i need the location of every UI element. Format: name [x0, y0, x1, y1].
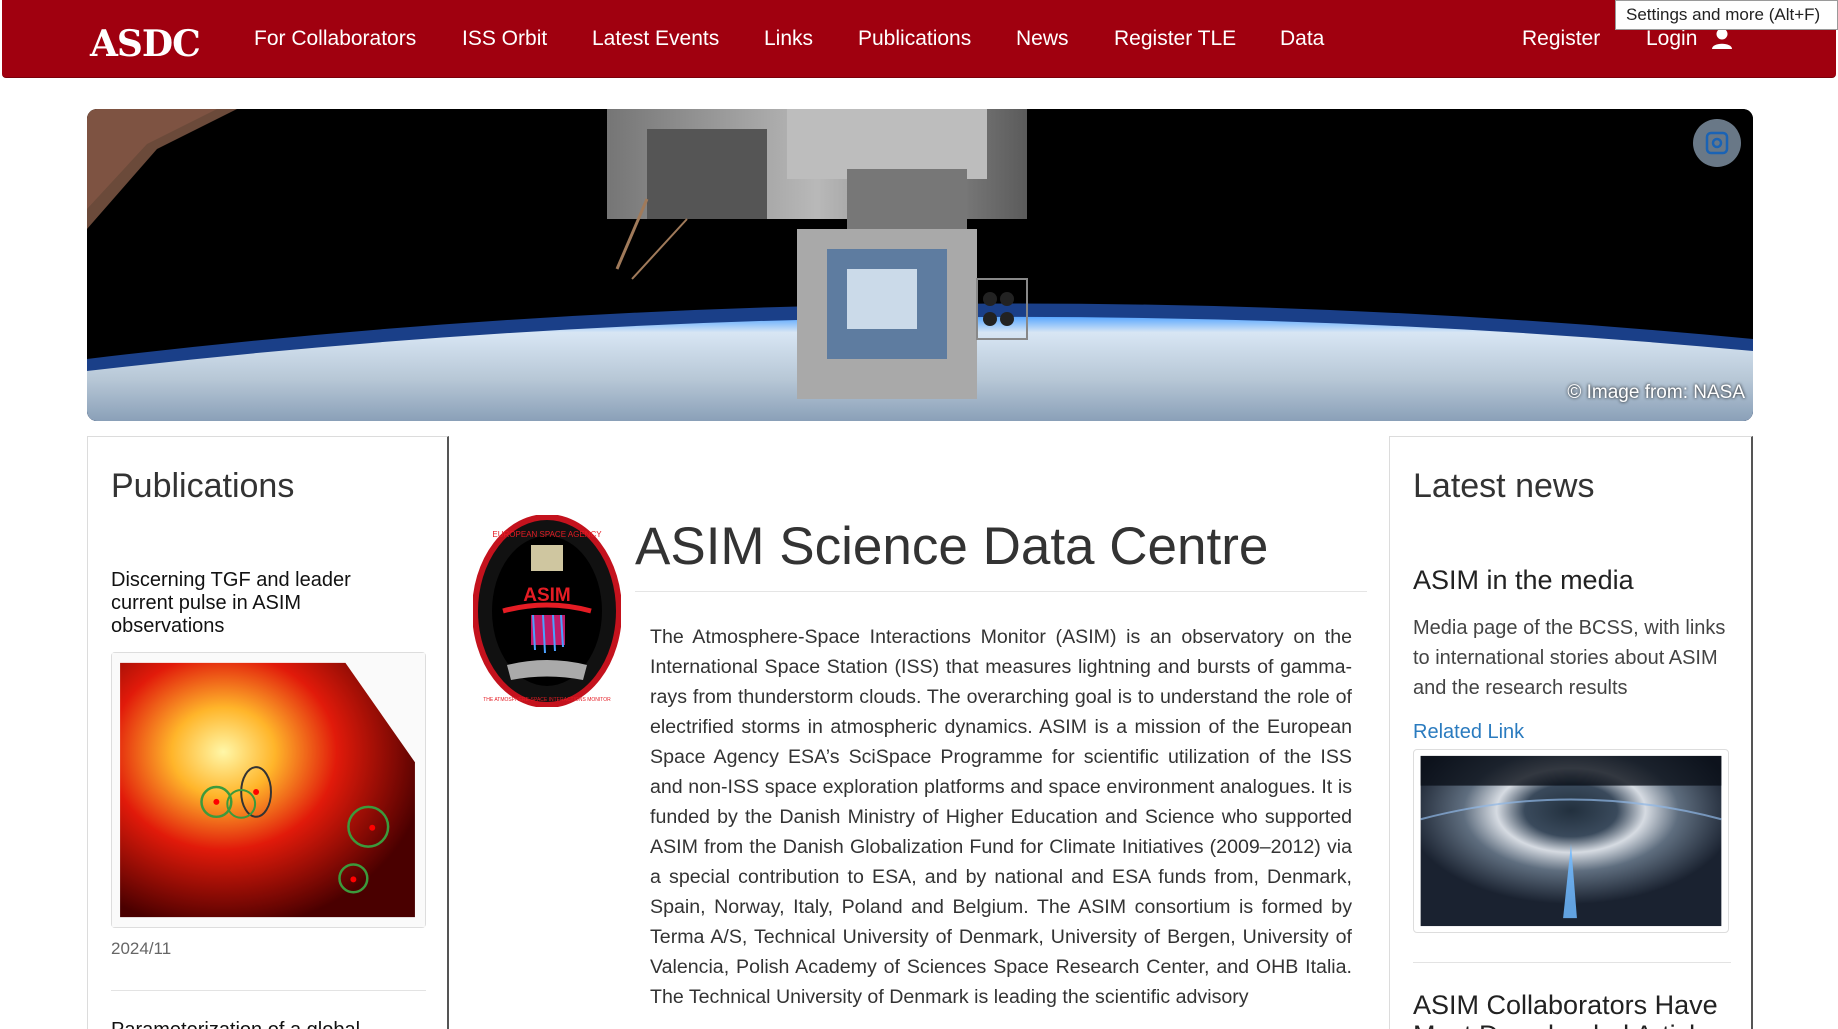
user-icon[interactable] [1710, 27, 1734, 51]
news-item-title[interactable]: ASIM in the media [1413, 565, 1634, 596]
publications-heading: Publications [111, 467, 295, 505]
logo-monitor-text: THE ATMOSPHERE-SPACE INTERACTIONS MONITO… [483, 697, 611, 703]
nav-news[interactable]: News [1016, 26, 1069, 52]
news-thumbnail[interactable] [1413, 749, 1729, 933]
logo-esa-text: EUROPEAN SPACE AGENCY [492, 530, 602, 539]
intro-paragraph: The Atmosphere-Space Interactions Monito… [650, 626, 1352, 1008]
nav-register[interactable]: Register [1522, 26, 1600, 52]
news-item-title[interactable]: ASIM Collaborators Have Most Downloaded … [1413, 990, 1743, 1029]
top-navbar: ASDC For Collaborators ISS Orbit Latest … [2, 0, 1836, 78]
asdc-logo[interactable]: ASDC [88, 22, 210, 62]
elve-lightning-image [1420, 755, 1722, 927]
latest-news-heading: Latest news [1413, 467, 1595, 505]
browser-tooltip: Settings and more (Alt+F) [1615, 0, 1838, 30]
related-link[interactable]: Related Link [1413, 721, 1524, 744]
title-divider [635, 591, 1367, 592]
asim-mission-logo: ASIM EUROPEAN SPACE AGENCY THE ATMOSPHER… [473, 515, 621, 707]
nav-latest-events[interactable]: Latest Events [592, 26, 719, 52]
publication-date: 2024/11 [111, 939, 172, 958]
publications-panel: Publications Discerning TGF and leader c… [87, 436, 449, 1029]
visual-search-icon[interactable] [1693, 119, 1741, 167]
publication-title[interactable]: Parameterization of a global... [111, 1019, 377, 1029]
publication-thumbnail[interactable] [111, 652, 426, 928]
image-credit: © Image from: NASA [1567, 382, 1745, 403]
divider [111, 990, 426, 991]
divider [1413, 962, 1731, 963]
publication-title[interactable]: Discerning TGF and leader current pulse … [111, 569, 411, 638]
nav-publications[interactable]: Publications [858, 26, 971, 52]
iss-earth-image [87, 109, 1753, 421]
news-item-description: Media page of the BCSS, with links to in… [1413, 617, 1726, 699]
nav-data[interactable]: Data [1280, 26, 1324, 52]
nav-links[interactable]: Links [764, 26, 813, 52]
nav-iss-orbit[interactable]: ISS Orbit [462, 26, 547, 52]
hero-banner: © Image from: NASA [87, 109, 1753, 421]
latest-news-panel: Latest news ASIM in the media Media page… [1389, 436, 1753, 1029]
logo-text: ASDC [89, 23, 200, 62]
page-title: ASIM Science Data Centre [635, 517, 1269, 576]
tgf-heatmap-image [112, 653, 425, 927]
nav-for-collaborators[interactable]: For Collaborators [254, 26, 416, 52]
nav-register-tle[interactable]: Register TLE [1114, 26, 1236, 52]
